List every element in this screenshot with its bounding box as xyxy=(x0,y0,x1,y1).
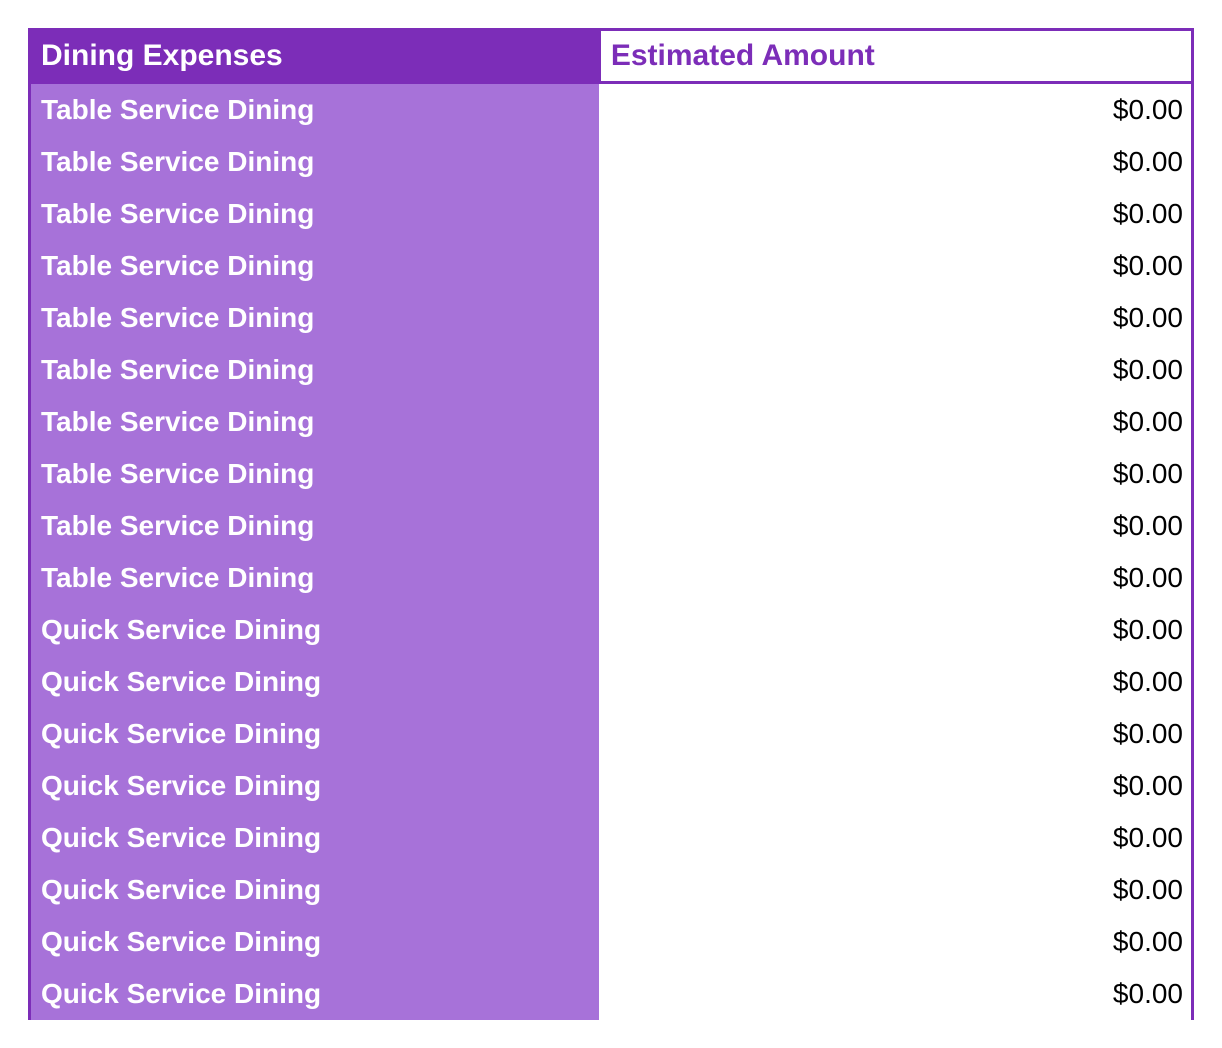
table-row: Quick Service Dining $0.00 xyxy=(30,656,1193,708)
table-header-row: Dining Expenses Estimated Amount xyxy=(30,30,1193,83)
expense-label: Table Service Dining xyxy=(30,188,600,240)
expense-label: Quick Service Dining xyxy=(30,708,600,760)
expense-label: Quick Service Dining xyxy=(30,604,600,656)
table-row: Table Service Dining $0.00 xyxy=(30,136,1193,188)
expense-amount: $0.00 xyxy=(599,240,1192,292)
table-row: Quick Service Dining $0.00 xyxy=(30,864,1193,916)
table-row: Quick Service Dining $0.00 xyxy=(30,708,1193,760)
table-row: Quick Service Dining $0.00 xyxy=(30,760,1193,812)
table-row: Table Service Dining $0.00 xyxy=(30,292,1193,344)
expense-label: Quick Service Dining xyxy=(30,760,600,812)
expense-amount: $0.00 xyxy=(599,83,1192,137)
table-row: Quick Service Dining $0.00 xyxy=(30,812,1193,864)
expense-label: Table Service Dining xyxy=(30,240,600,292)
expense-label: Table Service Dining xyxy=(30,83,600,137)
expense-amount: $0.00 xyxy=(599,292,1192,344)
expense-label: Quick Service Dining xyxy=(30,864,600,916)
table-row: Table Service Dining $0.00 xyxy=(30,500,1193,552)
header-estimated-amount: Estimated Amount xyxy=(599,30,1192,83)
expense-amount: $0.00 xyxy=(599,448,1192,500)
expense-amount: $0.00 xyxy=(599,864,1192,916)
expense-amount: $0.00 xyxy=(599,396,1192,448)
expense-amount: $0.00 xyxy=(599,500,1192,552)
expense-amount: $0.00 xyxy=(599,968,1192,1020)
expense-amount: $0.00 xyxy=(599,656,1192,708)
expense-amount: $0.00 xyxy=(599,344,1192,396)
expense-label: Table Service Dining xyxy=(30,500,600,552)
expense-label: Table Service Dining xyxy=(30,344,600,396)
table-body: Table Service Dining $0.00 Table Service… xyxy=(30,83,1193,1021)
table-row: Table Service Dining $0.00 xyxy=(30,188,1193,240)
expense-label: Quick Service Dining xyxy=(30,916,600,968)
dining-expenses-table: Dining Expenses Estimated Amount Table S… xyxy=(28,28,1194,1020)
table-row: Table Service Dining $0.00 xyxy=(30,552,1193,604)
expense-amount: $0.00 xyxy=(599,812,1192,864)
expense-amount: $0.00 xyxy=(599,916,1192,968)
table-row: Table Service Dining $0.00 xyxy=(30,448,1193,500)
table-row: Table Service Dining $0.00 xyxy=(30,396,1193,448)
expense-label: Quick Service Dining xyxy=(30,968,600,1020)
expense-label: Table Service Dining xyxy=(30,552,600,604)
table-row: Table Service Dining $0.00 xyxy=(30,240,1193,292)
expense-amount: $0.00 xyxy=(599,136,1192,188)
expense-amount: $0.00 xyxy=(599,188,1192,240)
expense-label: Quick Service Dining xyxy=(30,812,600,864)
expense-label: Table Service Dining xyxy=(30,292,600,344)
table-row: Table Service Dining $0.00 xyxy=(30,83,1193,137)
expense-label: Table Service Dining xyxy=(30,396,600,448)
table-row: Quick Service Dining $0.00 xyxy=(30,968,1193,1020)
expense-amount: $0.00 xyxy=(599,552,1192,604)
expense-label: Quick Service Dining xyxy=(30,656,600,708)
header-dining-expenses: Dining Expenses xyxy=(30,30,600,83)
table-row: Quick Service Dining $0.00 xyxy=(30,604,1193,656)
expense-amount: $0.00 xyxy=(599,760,1192,812)
expense-label: Table Service Dining xyxy=(30,448,600,500)
expense-amount: $0.00 xyxy=(599,604,1192,656)
expense-label: Table Service Dining xyxy=(30,136,600,188)
expense-amount: $0.00 xyxy=(599,708,1192,760)
table-row: Table Service Dining $0.00 xyxy=(30,344,1193,396)
table-row: Quick Service Dining $0.00 xyxy=(30,916,1193,968)
